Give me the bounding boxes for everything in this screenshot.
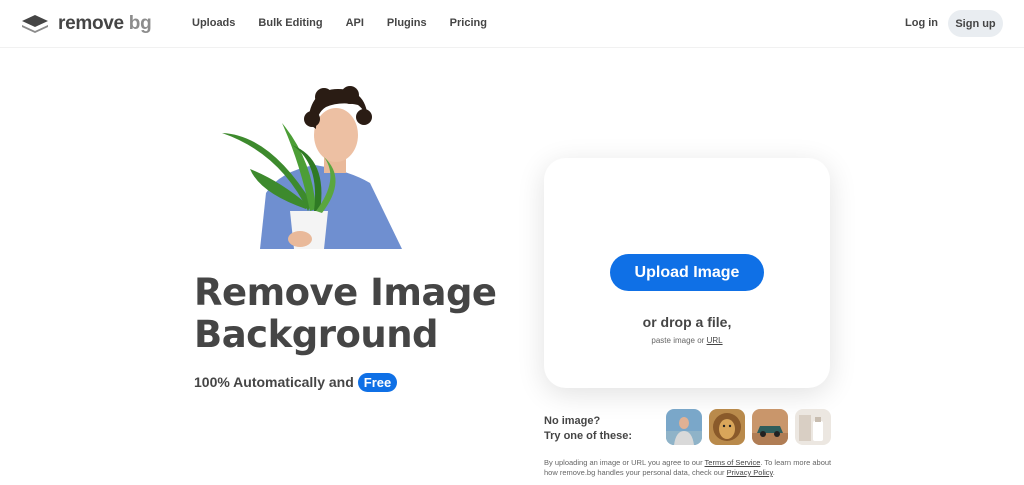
sample-prompt: No image? Try one of these: bbox=[544, 414, 632, 444]
hero-image bbox=[220, 83, 410, 249]
upload-image-button[interactable]: Upload Image bbox=[610, 254, 764, 291]
layers-logo-icon bbox=[22, 15, 48, 33]
hero-subtitle-text: 100% Automatically and bbox=[194, 374, 354, 390]
url-link[interactable]: URL bbox=[707, 336, 723, 345]
sample-car-thumb[interactable] bbox=[752, 409, 788, 445]
sample-prompt-line1: No image? bbox=[544, 415, 601, 427]
paste-hint: paste image or URL bbox=[544, 336, 830, 345]
hero-subtitle: 100% Automatically and Free bbox=[194, 372, 398, 392]
terms-notice: By uploading an image or URL you agree t… bbox=[544, 458, 844, 478]
terms-of-service-link[interactable]: Terms of Service bbox=[705, 458, 761, 467]
top-navbar: remove bg Uploads Bulk Editing API Plugi… bbox=[0, 0, 1024, 48]
hero-title-line1: Remove Image bbox=[194, 271, 497, 314]
sample-product-thumb[interactable] bbox=[795, 409, 831, 445]
signup-button[interactable]: Sign up bbox=[948, 10, 1003, 37]
upload-card[interactable]: Upload Image or drop a file, paste image… bbox=[544, 158, 830, 388]
hero-title: Remove Image Background bbox=[194, 272, 524, 356]
nav-link-uploads[interactable]: Uploads bbox=[192, 17, 235, 29]
nav-link-bulk-editing[interactable]: Bulk Editing bbox=[258, 17, 322, 29]
free-badge: Free bbox=[357, 372, 398, 392]
paste-hint-text: paste image or bbox=[651, 336, 705, 345]
nav-link-pricing[interactable]: Pricing bbox=[450, 17, 487, 29]
hero-title-line2: Background bbox=[194, 313, 439, 356]
drop-file-text: or drop a file, bbox=[642, 314, 732, 330]
brand-name: remove bg bbox=[58, 13, 152, 34]
sample-person-thumb[interactable] bbox=[666, 409, 702, 445]
nav-link-plugins[interactable]: Plugins bbox=[387, 17, 427, 29]
sample-prompt-line2: Try one of these: bbox=[544, 430, 633, 442]
terms-text-3: . bbox=[772, 468, 775, 477]
privacy-policy-link[interactable]: Privacy Policy bbox=[727, 468, 773, 477]
sample-images bbox=[666, 409, 838, 445]
nav-links: Uploads Bulk Editing API Plugins Pricing bbox=[192, 17, 510, 29]
terms-text-1: By uploading an image or URL you agree t… bbox=[544, 458, 703, 467]
sample-animal-thumb[interactable] bbox=[709, 409, 745, 445]
login-link[interactable]: Log in bbox=[905, 17, 938, 29]
brand-logo[interactable]: remove bg bbox=[20, 12, 152, 36]
nav-link-api[interactable]: API bbox=[346, 17, 364, 29]
